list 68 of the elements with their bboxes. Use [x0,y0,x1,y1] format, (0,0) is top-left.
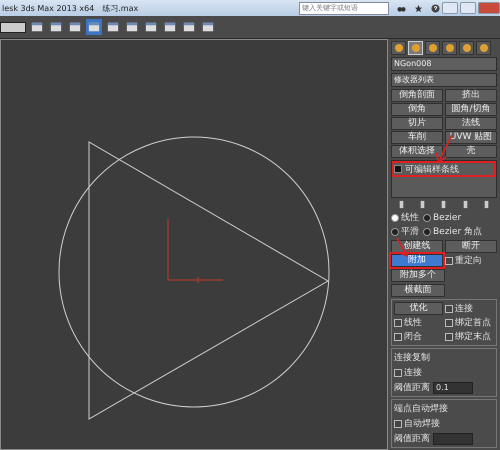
modifier-button[interactable]: 体积选择 [391,145,443,158]
panel-tab-icon [410,42,422,54]
option-checkbox[interactable]: 绑定首点 [445,316,494,329]
stack-tool-icon[interactable] [482,200,491,209]
dropdown[interactable] [0,22,26,32]
file-name: 练习.max [102,2,138,14]
threshold-label: 阈值距离 [394,382,430,394]
window-icon [164,21,176,33]
option-checkbox[interactable]: 线性 [394,316,443,329]
modifier-button[interactable]: 车削 [391,131,443,144]
window-icon [69,21,81,33]
modifier-button[interactable]: 切片 [391,117,443,130]
modifier-button[interactable]: 壳 [445,145,497,158]
star-icon[interactable] [414,4,423,12]
radio-option[interactable]: Bezier 角点 [423,225,497,238]
window-icon [50,21,62,33]
stack-tool-icon[interactable] [439,200,448,209]
modifier-list-dropdown[interactable]: 修改器列表 [391,73,497,87]
stack-tool-icon[interactable] [418,200,428,209]
window-icon [107,21,119,33]
radio-option[interactable]: 平滑 [391,225,419,238]
cross-section-button[interactable]: 横截面 [391,284,445,297]
modifier-button[interactable]: 圆角/切角 [445,103,497,116]
connect-checkbox[interactable]: 连接 [445,302,494,315]
window-icon [202,21,214,33]
window-icon [183,21,195,33]
panel-tab-icon [392,42,404,54]
panel-tab[interactable] [476,41,491,55]
modifier-button[interactable]: 法线 [445,117,497,130]
refine-button[interactable]: 优化 [394,302,443,315]
connect-checkbox[interactable]: 连接 [394,366,494,379]
modifier-button[interactable]: 倒角 [391,103,443,116]
threshold-spinner[interactable]: 0.1 [433,382,473,394]
reorient-checkbox[interactable]: 重定向 [445,254,497,267]
panel-tab-icon [478,42,490,54]
stack-tool-icon[interactable] [460,200,470,209]
option-checkbox[interactable]: 闭合 [394,330,443,343]
window-icon [126,21,138,33]
group-title: 连接复制 [394,352,431,364]
object-name-field[interactable]: NGon008 [391,57,497,71]
panel-tab-icon [444,42,456,54]
window-title: lesk 3ds Max 2013 x64 [2,4,94,12]
window-icon [31,21,43,33]
modifier-button[interactable]: UVW 贴图 [445,131,497,144]
toolbar-button[interactable] [86,19,102,35]
panel-tab-icon [426,42,438,54]
axis-gizmo [168,218,224,284]
attach-multiple-button[interactable]: 附加多个 [391,269,445,282]
modifier-button[interactable]: 挤出 [445,89,497,102]
modifier-button[interactable]: 倒角剖面 [391,89,443,102]
stack-tool-icon[interactable] [397,200,406,209]
option-checkbox[interactable]: 绑定末点 [445,330,494,343]
spline-button[interactable]: 附加 [391,254,443,267]
help-icon[interactable] [431,4,440,12]
panel-tab[interactable] [425,41,440,55]
radio-option[interactable]: Bezier [423,211,497,224]
panel-tab-icon [460,42,472,54]
group-title: 端点自动焊接 [394,402,449,415]
window-icon [88,21,100,33]
panel-tab[interactable] [442,41,457,55]
window-icon [145,21,157,33]
auto-weld-checkbox[interactable]: 自动焊接 [394,417,494,430]
panel-tab[interactable] [459,41,474,55]
threshold-label: 阈值距离 [394,432,430,445]
stack-item[interactable]: 可编辑样条线 [394,163,494,175]
spline-button[interactable]: 断开 [445,240,497,253]
radio-option[interactable]: 线性 [391,211,419,224]
panel-tab[interactable] [391,41,406,55]
